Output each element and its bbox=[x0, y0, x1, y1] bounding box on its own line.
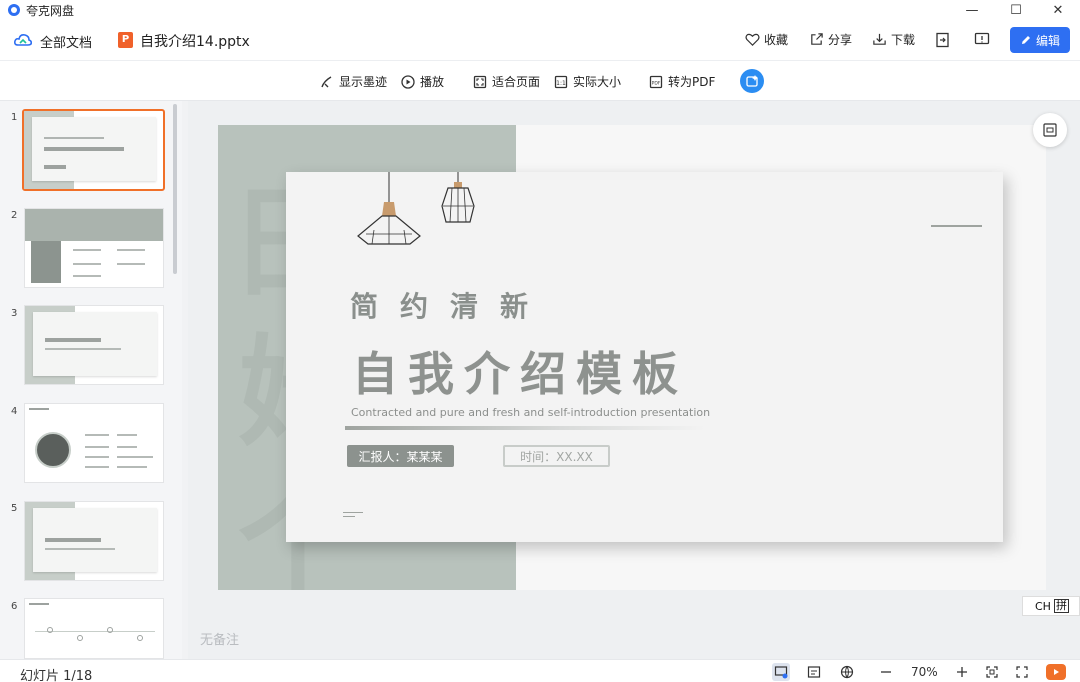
actual-size-icon: 1:1 bbox=[554, 75, 568, 88]
show-ink-label: 显示墨迹 bbox=[339, 75, 388, 89]
quark-logo-icon bbox=[8, 4, 20, 16]
viewer-toolbar: 显示墨迹 播放 适合页面 1:1 实际大小 PDF 转为PDF bbox=[0, 61, 1080, 101]
float-tool-button[interactable] bbox=[1033, 113, 1067, 147]
ime-indicator[interactable]: CH 拼 bbox=[1022, 596, 1080, 616]
download-icon bbox=[873, 33, 886, 45]
slide-thumbnail-1[interactable] bbox=[22, 109, 165, 191]
play-triangle-icon bbox=[1054, 669, 1059, 675]
decorative-line bbox=[343, 516, 355, 517]
fit-screen-icon bbox=[986, 666, 998, 678]
zoom-in-button[interactable] bbox=[953, 663, 971, 681]
file-name: 自我介绍14.pptx bbox=[140, 34, 250, 50]
slide-thumbnail-3[interactable] bbox=[24, 305, 164, 385]
zoom-out-button[interactable] bbox=[877, 663, 895, 681]
thumb-number: 5 bbox=[11, 503, 18, 514]
svg-text:PDF: PDF bbox=[652, 80, 661, 86]
favorite-label: 收藏 bbox=[764, 33, 789, 47]
slide-thumbnail-6[interactable] bbox=[24, 598, 164, 659]
play-button[interactable]: 播放 bbox=[401, 73, 444, 90]
notes-view-button[interactable] bbox=[805, 663, 823, 681]
minus-icon bbox=[881, 671, 891, 673]
minimize-button[interactable]: — bbox=[950, 0, 994, 20]
slide-view-icon bbox=[774, 666, 788, 679]
fullscreen-button[interactable] bbox=[1013, 663, 1031, 681]
share-label: 分享 bbox=[828, 33, 853, 47]
download-label: 下载 bbox=[891, 33, 916, 47]
fit-page-label: 适合页面 bbox=[492, 75, 541, 89]
pdf-icon: PDF bbox=[649, 75, 663, 88]
fit-screen-button[interactable] bbox=[983, 663, 1001, 681]
slide-thumbnail-2[interactable] bbox=[24, 208, 164, 288]
cloud-icon bbox=[14, 34, 32, 46]
title-bar: 夸克网盘 — ☐ ✕ bbox=[0, 0, 1080, 20]
file-header: 全部文档 P 自我介绍14.pptx 收藏 分享 下载 编辑 bbox=[0, 20, 1080, 61]
ai-assistant-button[interactable] bbox=[740, 69, 764, 93]
fit-page-icon bbox=[473, 75, 487, 88]
thumb-number: 1 bbox=[11, 112, 18, 123]
ink-pen-icon bbox=[321, 75, 332, 87]
thumb-number: 2 bbox=[11, 210, 18, 221]
ai-spark-icon bbox=[746, 75, 758, 87]
thumb-number: 3 bbox=[11, 308, 18, 319]
pptx-file-icon: P bbox=[118, 32, 133, 48]
play-label: 播放 bbox=[420, 75, 445, 89]
slide-thumbnail-4[interactable] bbox=[24, 403, 164, 483]
thumb-number: 4 bbox=[11, 406, 18, 417]
slide-count: 幻灯片 1/18 bbox=[20, 669, 93, 682]
feedback-icon[interactable] bbox=[974, 32, 990, 47]
share-button[interactable]: 分享 bbox=[809, 31, 852, 48]
favorite-button[interactable]: 收藏 bbox=[745, 31, 788, 48]
download-button[interactable]: 下载 bbox=[872, 31, 915, 48]
ime-lang: CH bbox=[1035, 599, 1051, 613]
plus-icon bbox=[957, 667, 967, 677]
convert-pdf-button[interactable]: PDF 转为PDF bbox=[649, 73, 715, 90]
time-box: 时间：XX.XX bbox=[503, 445, 610, 467]
fit-page-button[interactable]: 适合页面 bbox=[473, 73, 540, 90]
play-icon bbox=[401, 74, 415, 89]
pendant-lamp-icon bbox=[357, 172, 421, 245]
app-title: 夸克网盘 bbox=[26, 3, 75, 18]
notes-placeholder[interactable]: 无备注 bbox=[200, 629, 239, 648]
decorative-line bbox=[343, 512, 363, 513]
expand-icon bbox=[1016, 666, 1028, 678]
show-ink-button[interactable]: 显示墨迹 bbox=[320, 73, 387, 90]
pencil-icon bbox=[1021, 36, 1030, 44]
slide-title: 自我介绍模板 bbox=[352, 347, 688, 401]
slideshow-play-button[interactable] bbox=[1046, 664, 1066, 680]
convert-pdf-label: 转为PDF bbox=[668, 75, 716, 89]
thumbnail-scrollbar[interactable] bbox=[173, 104, 177, 274]
title-underline bbox=[345, 426, 705, 430]
notes-icon bbox=[807, 666, 821, 678]
actual-size-label: 实际大小 bbox=[573, 75, 622, 89]
breadcrumb-all-docs[interactable]: 全部文档 bbox=[40, 32, 92, 51]
edit-button[interactable]: 编辑 bbox=[1010, 27, 1070, 53]
reporter-badge: 汇报人：某某某 bbox=[347, 445, 454, 467]
actual-size-button[interactable]: 1:1 实际大小 bbox=[554, 73, 621, 90]
globe-icon bbox=[840, 665, 854, 679]
normal-view-button[interactable] bbox=[772, 663, 790, 681]
share-icon bbox=[811, 33, 823, 45]
ime-mode: 拼 bbox=[1053, 599, 1069, 613]
pendant-lamp-icon bbox=[441, 172, 475, 223]
maximize-button[interactable]: ☐ bbox=[994, 0, 1038, 20]
heart-icon bbox=[745, 33, 760, 46]
close-button[interactable]: ✕ bbox=[1036, 0, 1080, 20]
zoom-level: 70% bbox=[911, 665, 938, 679]
move-icon[interactable] bbox=[935, 32, 950, 48]
slide-thumbnail-5[interactable] bbox=[24, 501, 164, 581]
language-button[interactable] bbox=[838, 663, 856, 681]
slide-english-caption: Contracted and pure and fresh and self-i… bbox=[351, 406, 711, 419]
status-bar: 幻灯片 1/18 70% bbox=[0, 659, 1080, 682]
slide-subtitle: 简约清新 bbox=[350, 290, 551, 323]
thumb-number: 6 bbox=[11, 601, 18, 612]
svg-text:1:1: 1:1 bbox=[556, 80, 566, 87]
edit-label: 编辑 bbox=[1035, 33, 1060, 48]
document-tool-icon bbox=[1043, 123, 1057, 137]
decorative-line bbox=[931, 225, 982, 227]
